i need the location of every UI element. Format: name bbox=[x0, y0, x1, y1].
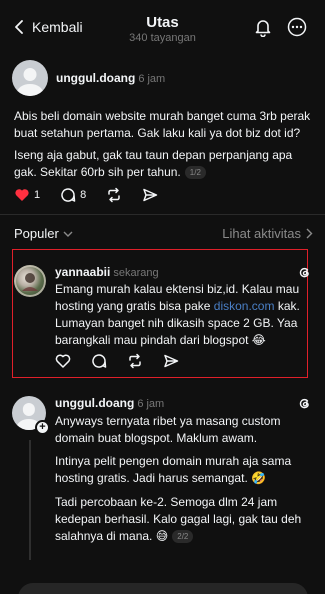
heart-icon bbox=[15, 189, 29, 201]
sort-dropdown[interactable]: Populer bbox=[14, 226, 73, 241]
avatar[interactable] bbox=[14, 265, 46, 297]
activity-label: Lihat aktivitas bbox=[222, 226, 301, 241]
username[interactable]: unggul.doang bbox=[56, 71, 135, 85]
share-button[interactable] bbox=[163, 353, 179, 369]
reply-link[interactable]: diskon.com bbox=[214, 299, 275, 313]
follow-button[interactable]: + bbox=[35, 420, 50, 435]
page-badge: 2/2 bbox=[172, 530, 194, 544]
reply-author[interactable]: yannaabii sekarang bbox=[55, 265, 159, 279]
post-text: Abis beli domain website murah banget cu… bbox=[14, 109, 311, 140]
repost-icon bbox=[108, 187, 120, 203]
thread-line bbox=[29, 440, 31, 560]
reply-text-2: Intinya pelit pengen domain murah aja sa… bbox=[55, 454, 292, 485]
more-icon[interactable] bbox=[287, 17, 307, 37]
chevron-down-icon bbox=[63, 231, 73, 237]
repost-icon bbox=[129, 353, 141, 369]
send-icon bbox=[143, 188, 158, 202]
sort-label: Populer bbox=[14, 226, 59, 241]
threads-logo-icon bbox=[299, 267, 309, 278]
post-time: 6 jam bbox=[138, 73, 166, 85]
reply-text-3: Tadi percobaan ke-2. Semoga dlm 24 jam k… bbox=[55, 494, 313, 545]
reply-text: Anyways ternyata ribet ya masang custom … bbox=[55, 414, 281, 445]
reply-button[interactable] bbox=[91, 353, 107, 369]
send-icon bbox=[164, 354, 179, 368]
username[interactable]: unggul.doang bbox=[55, 396, 134, 410]
comment-icon bbox=[92, 354, 107, 368]
view-count: 340 tayangan bbox=[129, 32, 196, 44]
like-button[interactable] bbox=[55, 353, 71, 369]
post-text-2: Iseng aja gabut, gak tau taun depan perp… bbox=[14, 147, 314, 181]
divider bbox=[0, 214, 325, 215]
view-activity-link[interactable]: Lihat aktivitas bbox=[222, 226, 313, 241]
avatar-photo bbox=[14, 265, 46, 297]
avatar[interactable] bbox=[12, 60, 48, 96]
reply-author[interactable]: unggul.doang 6 jam bbox=[55, 396, 164, 410]
reply-actions bbox=[55, 353, 199, 369]
like-button[interactable]: 1 bbox=[14, 187, 40, 203]
comment-icon bbox=[61, 188, 76, 202]
page-title: Utas bbox=[146, 14, 179, 31]
page-badge: 1/2 bbox=[184, 166, 206, 180]
chevron-right-icon bbox=[306, 228, 313, 239]
post-author[interactable]: unggul.doang 6 jam bbox=[56, 71, 165, 85]
reply-time: sekarang bbox=[113, 267, 159, 279]
share-button[interactable] bbox=[142, 187, 158, 203]
heart-icon bbox=[55, 354, 71, 368]
reply-button[interactable]: 8 bbox=[60, 187, 86, 203]
reply-count: 8 bbox=[80, 189, 87, 201]
reply-time: 6 jam bbox=[137, 398, 165, 410]
post-text-2-body: Iseng aja gabut, gak tau taun depan perp… bbox=[14, 148, 293, 179]
reply-composer[interactable] bbox=[18, 583, 308, 594]
like-count: 1 bbox=[34, 189, 41, 201]
post-actions: 1 8 bbox=[14, 187, 178, 203]
repost-button[interactable] bbox=[106, 187, 122, 203]
bell-icon[interactable] bbox=[253, 17, 273, 37]
username[interactable]: yannaabii bbox=[55, 265, 110, 279]
repost-button[interactable] bbox=[127, 353, 143, 369]
top-bar: Kembali Utas 340 tayangan bbox=[0, 0, 325, 56]
reply-text: Emang murah kalau ektensi biz,id. Kalau … bbox=[55, 281, 303, 349]
threads-logo-icon bbox=[299, 398, 309, 409]
